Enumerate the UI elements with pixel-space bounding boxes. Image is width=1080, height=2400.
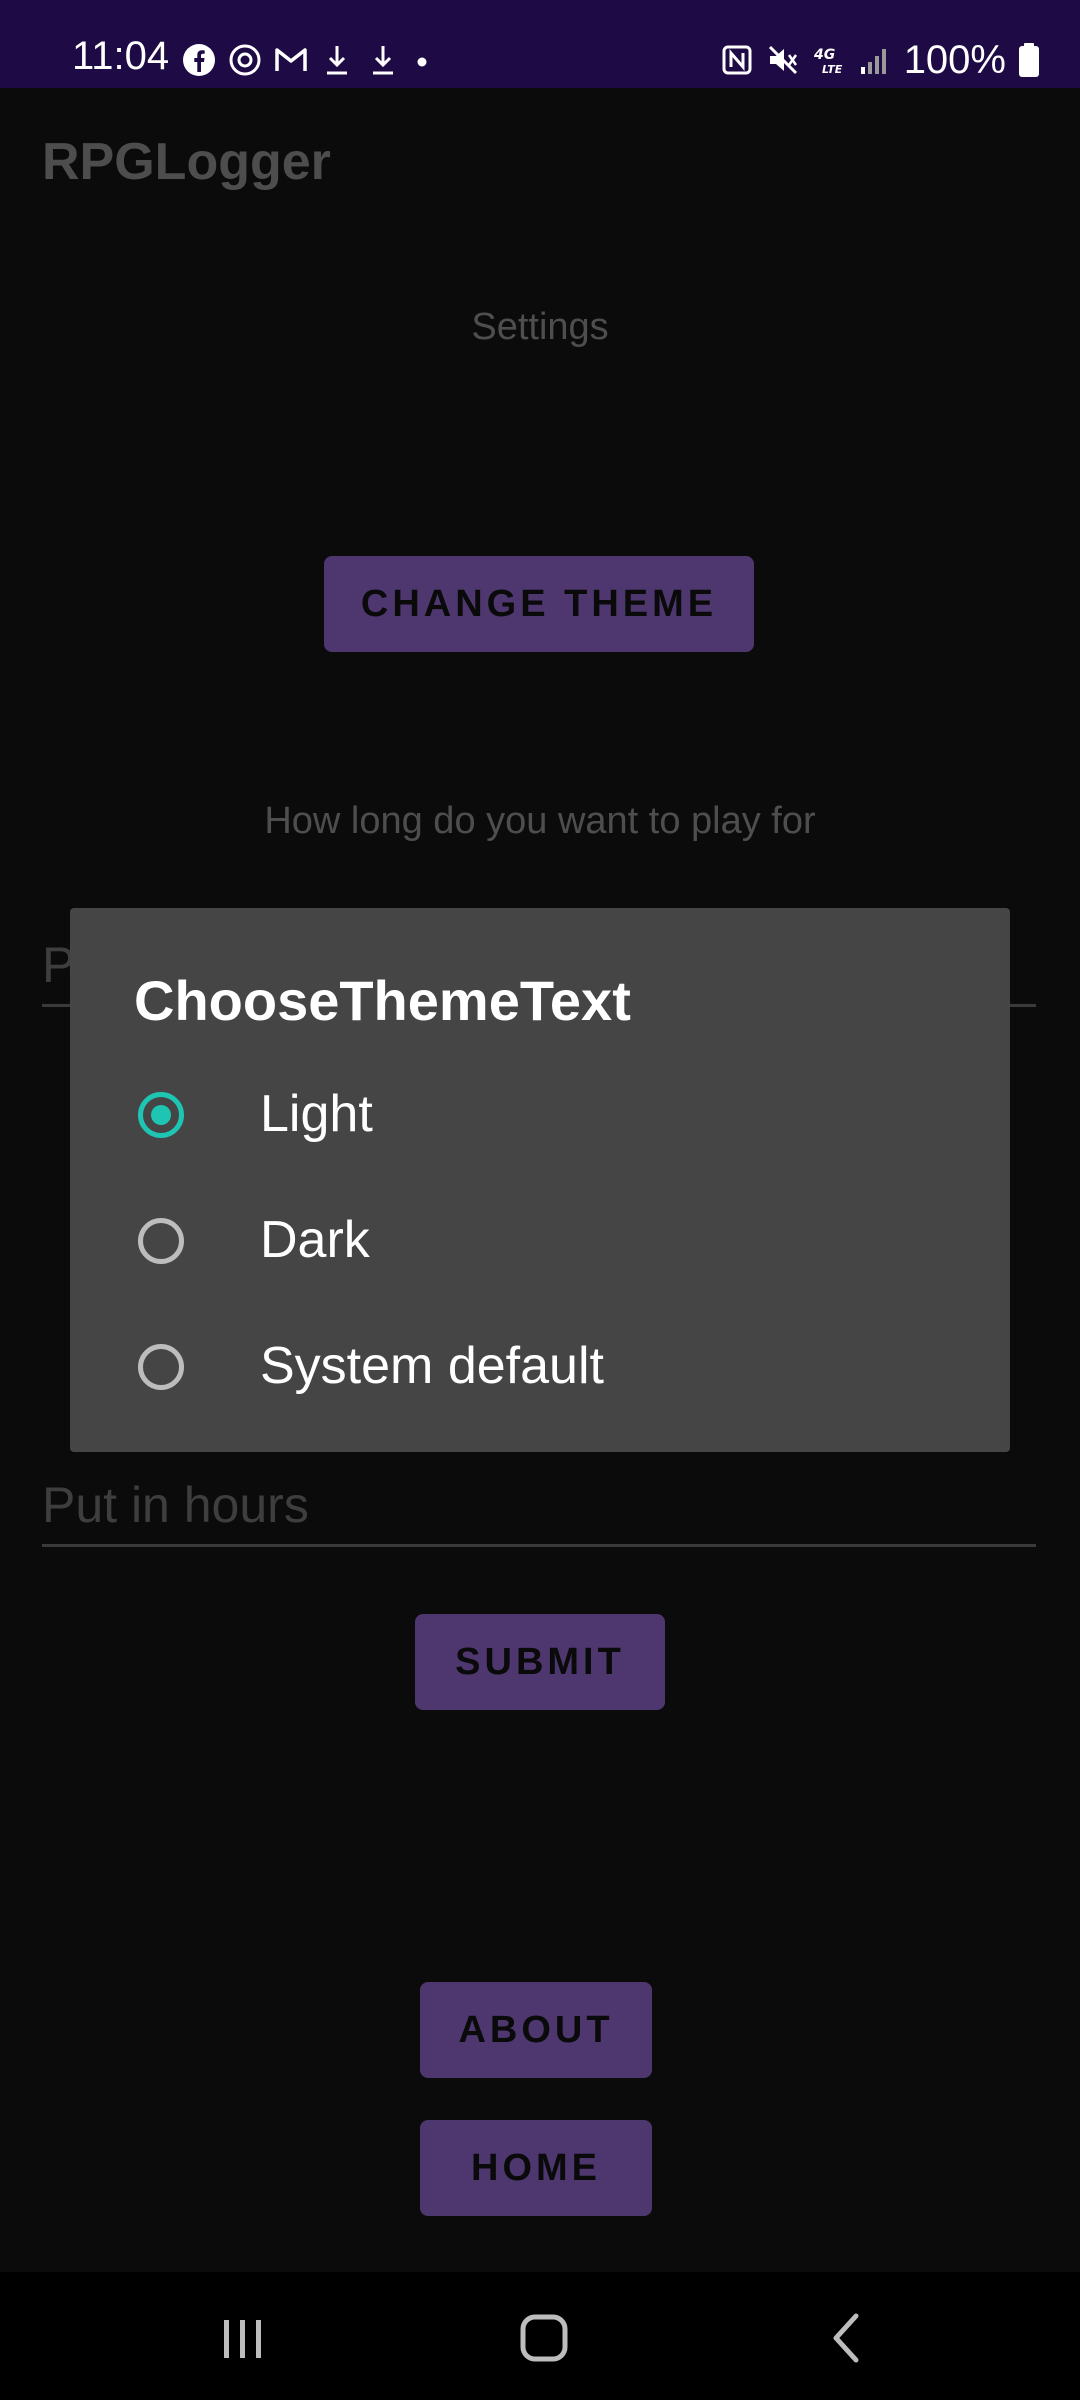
- svg-text:LTE: LTE: [822, 63, 843, 76]
- threads-icon: [229, 44, 261, 76]
- hours-input-underline: [42, 1544, 1036, 1547]
- signal-icon: [860, 49, 886, 74]
- svg-text:4G: 4G: [813, 47, 835, 63]
- option-label: Dark: [260, 1211, 370, 1269]
- dialog-title: ChooseThemeText: [134, 969, 631, 1032]
- 4g-lte-icon: 4G LTE: [813, 47, 843, 76]
- home-icon[interactable]: [504, 2302, 584, 2372]
- about-button[interactable]: ABOUT: [420, 1982, 652, 2078]
- nfc-icon: [722, 45, 752, 75]
- mute-icon: [768, 45, 797, 75]
- status-time: 11:04: [72, 34, 170, 78]
- option-label: Light: [260, 1085, 373, 1143]
- settings-heading: Settings: [471, 306, 609, 348]
- submit-button[interactable]: SUBMIT: [415, 1614, 665, 1710]
- theme-option-dark[interactable]: Dark: [70, 1184, 1010, 1304]
- dot-icon: [417, 57, 427, 67]
- choose-theme-dialog: ChooseThemeText Light Dark System defaul…: [70, 908, 1010, 1452]
- notification-icons: [182, 38, 432, 82]
- radio-checked-icon[interactable]: [138, 1092, 184, 1138]
- app-title: RPGLogger: [42, 133, 331, 191]
- system-icons: 4G LTE 100%: [720, 36, 1040, 84]
- change-theme-button[interactable]: CHANGE THEME: [324, 556, 754, 652]
- download-icon: [373, 46, 393, 75]
- theme-option-light[interactable]: Light: [70, 1058, 1010, 1178]
- radio-unchecked-icon[interactable]: [138, 1218, 184, 1264]
- gmail-icon: [275, 48, 307, 71]
- battery-percent: 100%: [903, 37, 1006, 82]
- download-icon: [327, 46, 347, 75]
- theme-option-system-default[interactable]: System default: [70, 1310, 1010, 1430]
- battery-icon: [1019, 43, 1039, 77]
- status-bar: 11:04 4G LTE 100%: [0, 0, 1080, 88]
- recents-icon[interactable]: [202, 2302, 282, 2372]
- facebook-icon: [183, 44, 215, 76]
- option-label: System default: [260, 1337, 604, 1395]
- home-button[interactable]: HOME: [420, 2120, 652, 2216]
- hours-input[interactable]: Put in hours: [42, 1476, 309, 1534]
- back-icon[interactable]: [806, 2302, 886, 2372]
- radio-unchecked-icon[interactable]: [138, 1344, 184, 1390]
- system-nav-bar: [0, 2272, 1080, 2400]
- play-duration-question: How long do you want to play for: [264, 800, 816, 842]
